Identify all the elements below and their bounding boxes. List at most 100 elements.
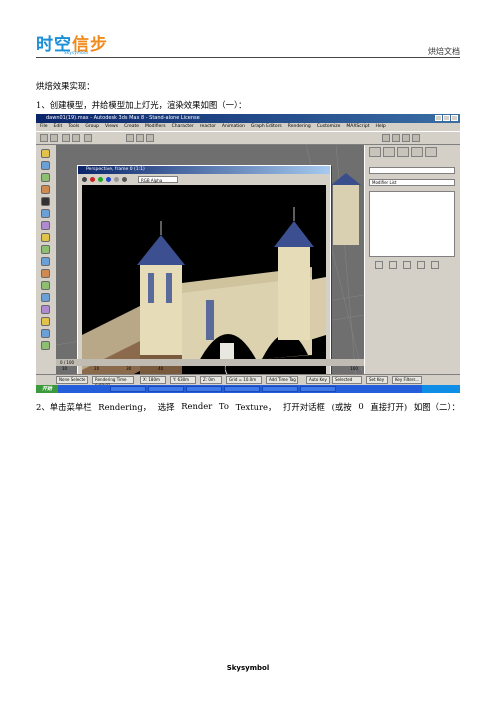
tool-icon[interactable] [41,185,50,194]
render-type-icon[interactable] [412,134,420,142]
menu-help[interactable]: Help [376,123,386,131]
object-name-field[interactable] [369,167,455,174]
key-filters-button[interactable]: Key Filters... [392,376,422,384]
material-editor-icon[interactable] [402,134,410,142]
pin-stack-icon[interactable] [375,261,383,269]
menu-tools[interactable]: Tools [68,123,79,131]
taskbar-item[interactable] [110,386,146,392]
step-2-text: 2、单击菜单栏 Rendering， 选择 Render To Texture，… [36,401,460,413]
tool-icon[interactable] [41,317,50,326]
modify-tab-icon[interactable] [383,147,395,157]
tool-icon[interactable] [41,197,50,206]
z-coordinate-field[interactable]: Z: 0m [200,376,222,384]
tool-icon[interactable] [41,305,50,314]
tool-icon[interactable] [41,245,50,254]
display-tab-icon[interactable] [425,147,437,157]
move-icon[interactable] [126,134,134,142]
menu-graph-editors[interactable]: Graph Editors [251,123,282,131]
maximize-icon[interactable] [443,115,450,121]
company-logo: 时空信步 Skysymbol [36,30,108,60]
tool-icon[interactable] [41,161,50,170]
quick-render-icon[interactable] [392,134,400,142]
taskbar-item[interactable] [224,386,260,392]
channel-select[interactable]: RGB Alpha [138,175,178,183]
tool-icon[interactable] [41,221,50,230]
modifier-list-dropdown[interactable]: Modifier List [369,179,455,186]
link-icon[interactable] [62,134,70,142]
modifier-stack[interactable] [369,191,455,257]
text-segment: Render [181,401,213,411]
mono-icon[interactable] [122,176,127,182]
green-channel-icon[interactable] [98,176,103,182]
tool-icon[interactable] [41,173,50,182]
start-button[interactable]: 开始 [36,385,58,393]
command-panel: Modifier List [364,145,460,379]
render-setup-icon[interactable] [382,134,390,142]
taskbar-item[interactable] [262,386,298,392]
tick-label: 80 [286,366,292,371]
red-channel-icon[interactable] [90,176,95,182]
tool-icon[interactable] [41,293,50,302]
menu-reactor[interactable]: reactor [200,123,216,131]
unlink-icon[interactable] [72,134,80,142]
perspective-viewport[interactable]: Perspective, frame 0 (1:1) RGB Alpha [56,145,364,393]
timeline-ruler[interactable]: 10 20 30 40 50 60 70 80 90 100 [56,366,364,374]
save-icon[interactable] [82,176,87,182]
create-tab-icon[interactable] [369,147,381,157]
tool-icon[interactable] [41,329,50,338]
menu-rendering[interactable]: Rendering [288,123,311,131]
blue-channel-icon[interactable] [106,176,111,182]
scale-icon[interactable] [146,134,154,142]
menu-views[interactable]: Views [105,123,118,131]
tick-label: 40 [158,366,164,371]
x-coordinate-field[interactable]: X: 180m [140,376,166,384]
taskbar-item[interactable] [148,386,184,392]
menu-character[interactable]: Character [172,123,194,131]
left-toolbar [36,145,57,379]
add-time-tag-button[interactable]: Add Time Tag [266,376,298,384]
taskbar-item[interactable] [300,386,336,392]
set-key-button[interactable]: Set Key [366,376,388,384]
tick-label: 10 [62,366,68,371]
tool-icon[interactable] [41,209,50,218]
tool-icon[interactable] [41,269,50,278]
menu-edit[interactable]: Edit [54,123,63,131]
text-segment: 选择 [157,402,175,412]
close-icon[interactable] [451,115,458,121]
menu-group[interactable]: Group [85,123,99,131]
menu-file[interactable]: File [40,123,48,131]
motion-tab-icon[interactable] [411,147,423,157]
hierarchy-tab-icon[interactable] [397,147,409,157]
frame-counter: 0 / 100 [60,360,75,365]
tool-icon[interactable] [41,257,50,266]
menu-create[interactable]: Create [124,123,139,131]
alpha-channel-icon[interactable] [114,176,119,182]
tool-icon[interactable] [41,341,50,350]
menu-modifiers[interactable]: Modifiers [145,123,166,131]
tool-icon[interactable] [41,149,50,158]
menu-animation[interactable]: Animation [222,123,245,131]
rotate-icon[interactable] [136,134,144,142]
app-title: dawn01(19).max - Autodesk 3ds Max 8 - St… [46,115,200,121]
tool-icon[interactable] [41,281,50,290]
logo-subtitle: Skysymbol [64,50,89,55]
auto-key-button[interactable]: Auto Key [306,376,330,384]
menu-customize[interactable]: Customize [317,123,341,131]
redo-icon[interactable] [50,134,58,142]
show-end-result-icon[interactable] [389,261,397,269]
make-unique-icon[interactable] [403,261,411,269]
menu-maxscript[interactable]: MAXScript [346,123,369,131]
text-segment: 直接打开) [370,402,408,412]
undo-icon[interactable] [40,134,48,142]
key-mode-select[interactable]: Selected [332,376,362,384]
minimize-icon[interactable] [435,115,442,121]
tick-label: 30 [126,366,132,371]
select-icon[interactable] [84,134,92,142]
remove-modifier-icon[interactable] [417,261,425,269]
tool-icon[interactable] [41,233,50,242]
step-1-text: 1、创建模型，并给模型加上灯光，渲染效果如图（一）： [36,100,247,110]
taskbar-item[interactable] [186,386,222,392]
time-slider[interactable]: 0 / 100 [56,359,364,366]
configure-icon[interactable] [431,261,439,269]
y-coordinate-field[interactable]: Y: 630m [170,376,196,384]
